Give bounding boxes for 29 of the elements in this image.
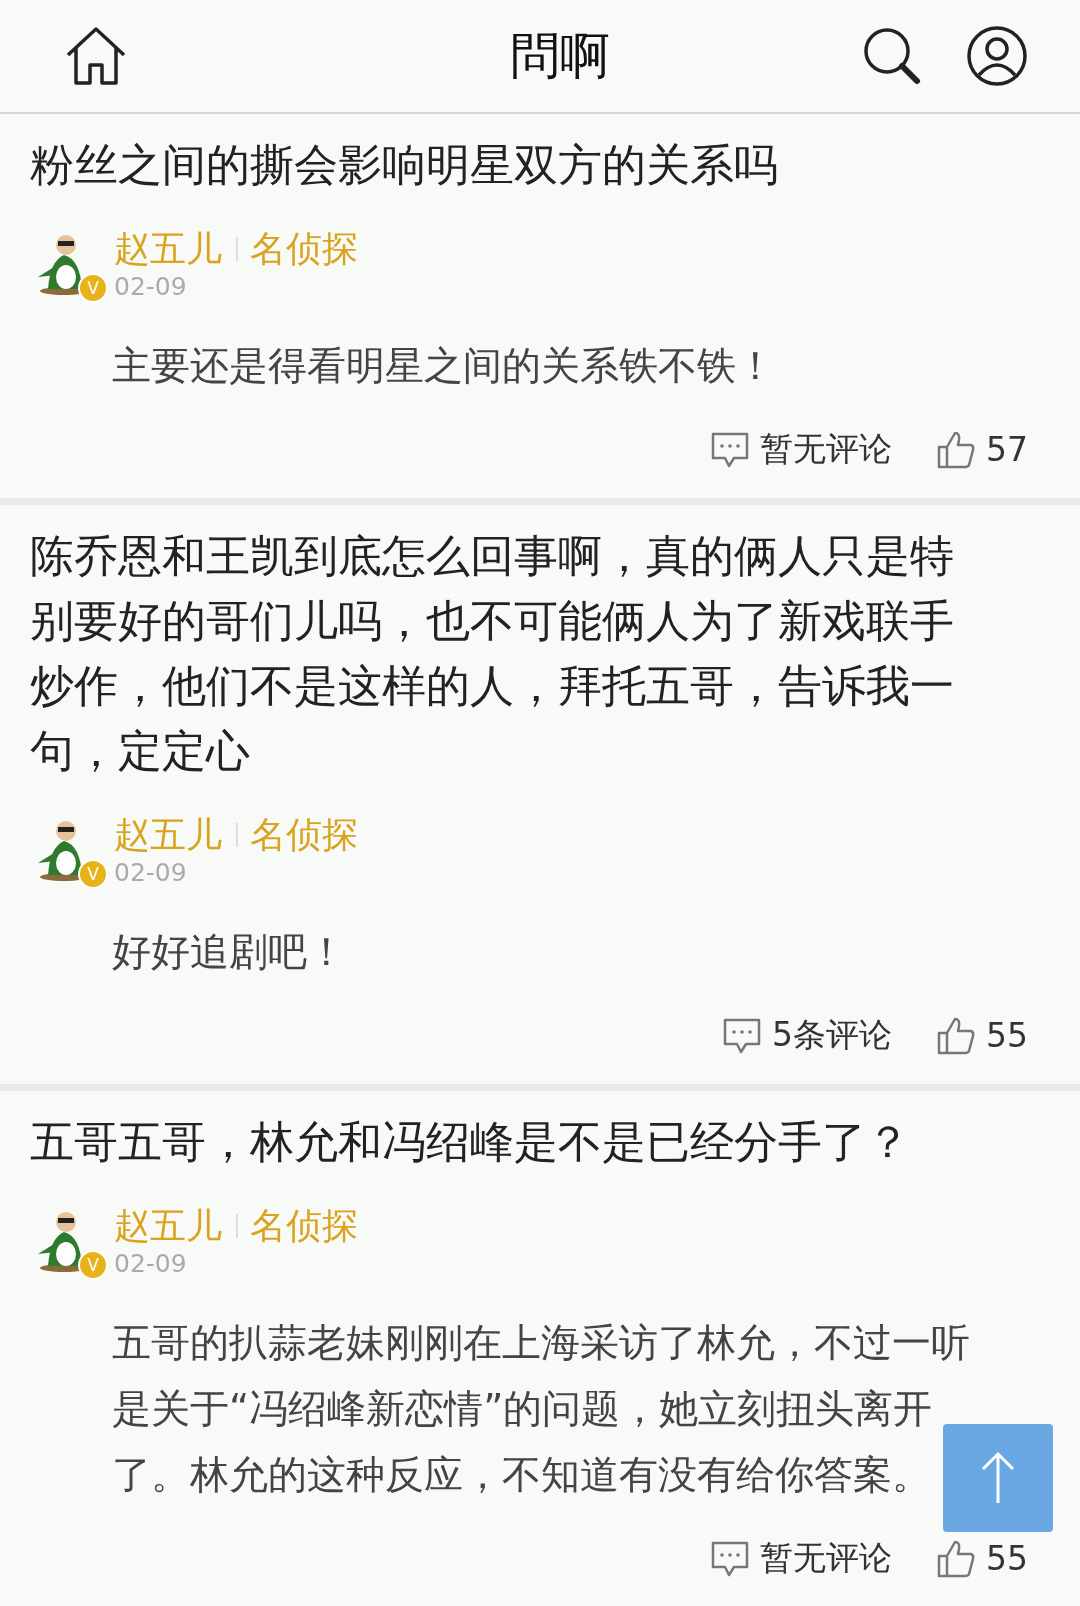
like-count: 55 [986, 1016, 1028, 1055]
author-title: 名侦探 [250, 227, 358, 271]
post-date: 02-09 [114, 1248, 188, 1280]
answer-text: 好好追剧吧！ [112, 928, 347, 976]
post-date: 02-09 [114, 271, 188, 303]
question-title[interactable]: 五哥五哥，林允和冯绍峰是不是已经分手了？ [0, 1109, 1080, 1174]
search-icon[interactable] [862, 26, 922, 86]
like-count: 55 [986, 1539, 1028, 1578]
home-icon[interactable] [64, 25, 128, 87]
author-title: 名侦探 [250, 1204, 358, 1248]
like-count: 57 [986, 430, 1028, 469]
verified-badge: V [78, 273, 108, 303]
up-arrow-icon [980, 1451, 1016, 1505]
post-date: 02-09 [114, 857, 188, 889]
profile-icon[interactable] [966, 25, 1028, 87]
answer-text: 主要还是得看明星之间的关系铁不铁！ [112, 342, 776, 390]
author-title: 名侦探 [250, 813, 358, 857]
verified-badge: V [78, 1250, 108, 1280]
verified-badge: V [78, 859, 108, 889]
thumbs-up-icon[interactable] [936, 1538, 976, 1579]
thumbs-up-icon[interactable] [936, 429, 976, 470]
app-title: 問啊 [509, 25, 611, 87]
comment-count[interactable]: 暂无评论 [760, 427, 892, 472]
answer-text: 五哥的扒蒜老妹刚刚在上海采访了林允，不过一听是关于“冯绍峰新恋情”的问题，她立刻扭头离开了。林允的这种反应，不知道有没有给你答案。 [112, 1319, 971, 1499]
thumbs-up-icon[interactable] [936, 1015, 976, 1056]
comment-count[interactable]: 暂无评论 [760, 1536, 892, 1581]
question-title[interactable]: 陈乔恩和王凯到底怎么回事啊，真的俩人只是特别要好的哥们儿吗，也不可能俩人为了新戏联手炒作，他们不是这样的人，拜托五哥，告诉我一句，定定心 [0, 523, 1080, 783]
question-title[interactable]: 粉丝之间的撕会影响明星双方的关系吗 [0, 132, 1080, 197]
comment-count[interactable]: 5条评论 [772, 1013, 892, 1058]
